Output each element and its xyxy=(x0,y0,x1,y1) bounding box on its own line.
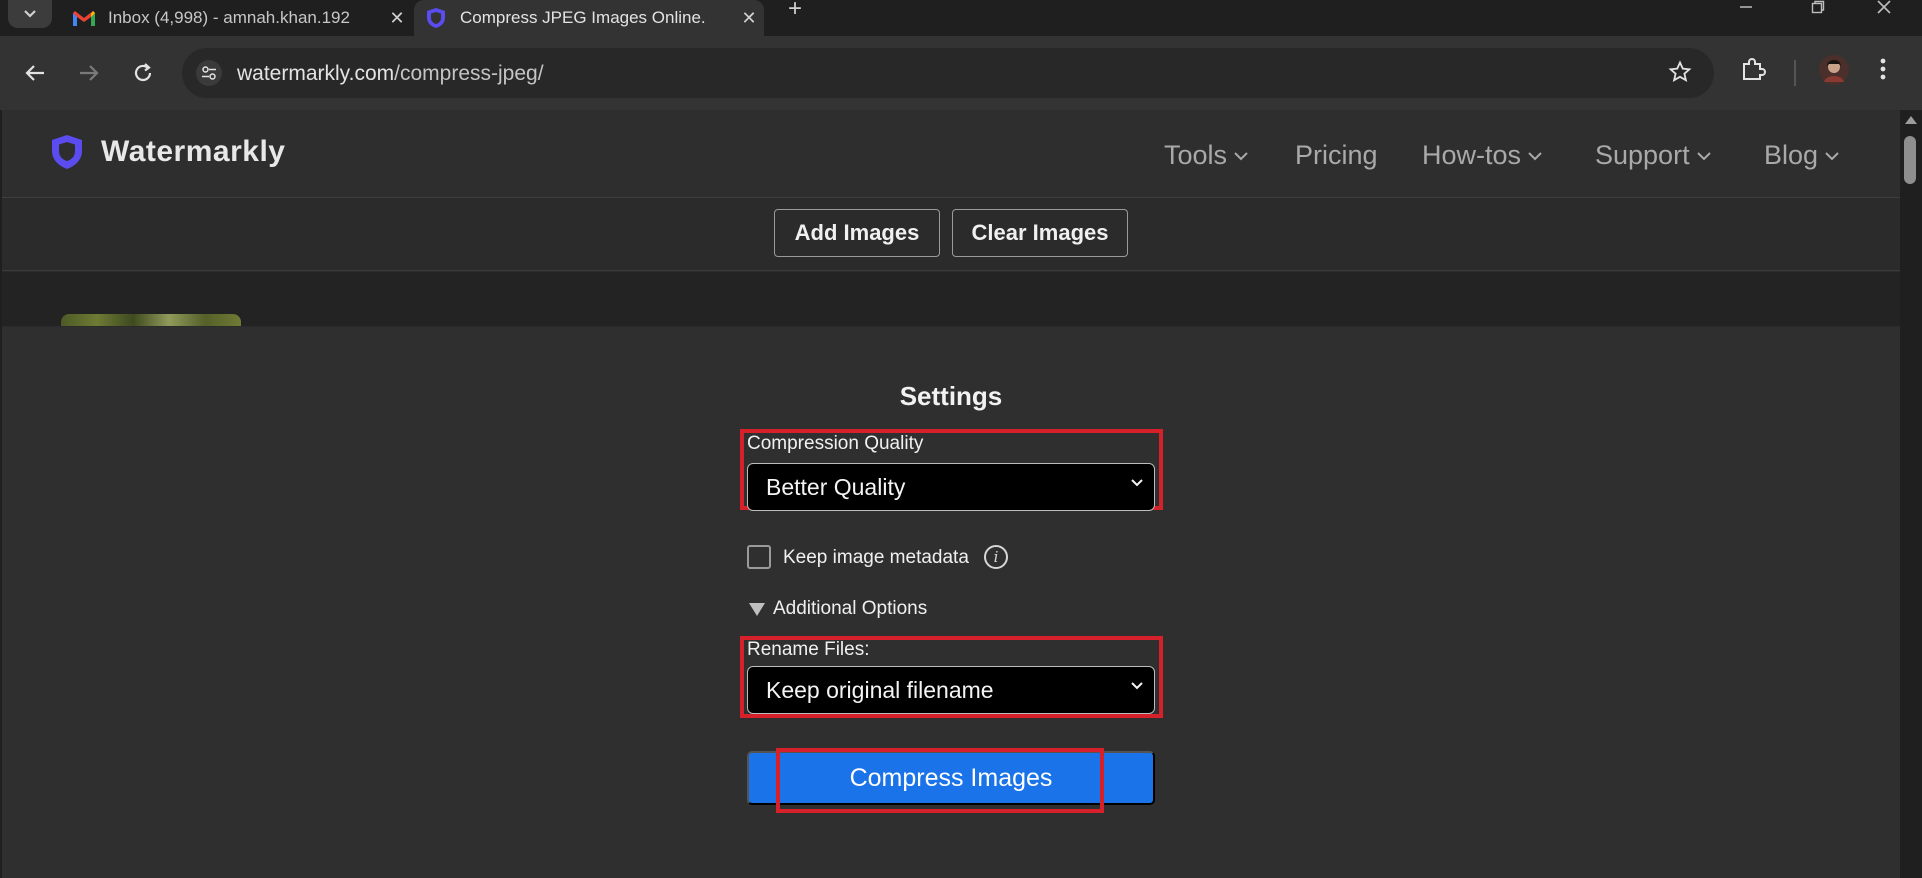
profile-avatar[interactable] xyxy=(1818,54,1850,91)
reload-button[interactable] xyxy=(126,56,160,90)
tab-gmail[interactable]: Inbox (4,998) - amnah.khan.192 ✕ xyxy=(62,0,412,36)
clear-images-button[interactable]: Clear Images xyxy=(952,209,1128,257)
image-thumbnail[interactable] xyxy=(61,314,241,326)
chevron-down-icon xyxy=(1825,151,1839,160)
tab-title: Compress JPEG Images Online. xyxy=(460,8,706,27)
chevron-down-icon xyxy=(1696,151,1711,160)
chevron-down-icon xyxy=(1131,682,1143,690)
select-value: Keep original filename xyxy=(766,676,994,703)
compression-quality-label: Compression Quality xyxy=(747,433,924,454)
gmail-icon xyxy=(72,8,96,28)
nav-support[interactable]: Support xyxy=(1595,140,1712,171)
nav-label: Support xyxy=(1595,140,1690,170)
scroll-up-arrow-icon[interactable] xyxy=(1905,116,1917,124)
site-logo[interactable]: Watermarkly xyxy=(51,134,285,170)
nav-label: Tools xyxy=(1164,140,1228,170)
image-action-bar: Add Images Clear Images xyxy=(2,199,1900,271)
toolbar-divider xyxy=(1794,60,1796,86)
bookmark-star-icon[interactable] xyxy=(1668,60,1692,89)
page-scrollbar[interactable] xyxy=(1900,110,1922,878)
tab-watermarkly[interactable]: Compress JPEG Images Online. ✕ xyxy=(414,0,764,36)
restore-button[interactable] xyxy=(1788,0,1848,22)
annotation-highlight-compress xyxy=(776,748,1104,813)
url-host: watermarkly.com xyxy=(237,62,395,85)
triangle-down-icon xyxy=(749,602,765,616)
keep-metadata-label[interactable]: Keep image metadata xyxy=(783,547,969,569)
extensions-icon[interactable] xyxy=(1740,56,1766,87)
browser-menu-icon[interactable] xyxy=(1878,56,1888,87)
window-close-button[interactable] xyxy=(1854,0,1914,22)
compression-quality-select[interactable]: Better Quality xyxy=(747,463,1155,511)
browser-toolbar: watermarkly.com/compress-jpeg/ xyxy=(0,36,1922,110)
reload-icon xyxy=(134,63,152,82)
info-icon[interactable]: i xyxy=(984,545,1008,569)
url-text[interactable]: watermarkly.com/compress-jpeg/ xyxy=(237,62,544,86)
brand-name: Watermarkly xyxy=(101,135,286,168)
restore-icon xyxy=(1811,0,1825,14)
settings-title: Settings xyxy=(899,381,1003,411)
address-bar[interactable]: watermarkly.com/compress-jpeg/ xyxy=(182,48,1714,98)
page-viewport: Watermarkly Tools Pricing How-tos Suppor… xyxy=(2,110,1900,878)
nav-blog[interactable]: Blog xyxy=(1764,140,1840,171)
watermarkly-shield-icon xyxy=(424,8,448,28)
arrow-left-icon xyxy=(25,65,44,81)
add-images-button[interactable]: Add Images xyxy=(774,209,940,257)
image-gallery xyxy=(2,272,1900,326)
back-button[interactable] xyxy=(18,56,52,90)
minimize-icon xyxy=(1740,6,1752,8)
chevron-down-icon xyxy=(1528,151,1542,160)
forward-button[interactable] xyxy=(72,56,106,90)
tab-title: Inbox (4,998) - amnah.khan.192 xyxy=(108,8,350,27)
rename-files-select[interactable]: Keep original filename xyxy=(747,666,1155,714)
browser-tab-strip: Inbox (4,998) - amnah.khan.192 ✕ Compres… xyxy=(0,0,1922,38)
keep-metadata-checkbox[interactable] xyxy=(747,545,771,569)
rename-files-label: Rename Files: xyxy=(747,639,870,660)
chevron-down-icon xyxy=(1234,151,1248,160)
minimize-button[interactable] xyxy=(1716,0,1776,22)
nav-label: How-tos xyxy=(1422,140,1522,170)
close-icon[interactable]: ✕ xyxy=(382,8,412,29)
url-path: /compress-jpeg/ xyxy=(394,62,544,85)
chevron-down-icon xyxy=(24,10,36,18)
new-tab-button[interactable]: + xyxy=(780,0,810,21)
nav-pricing[interactable]: Pricing xyxy=(1295,140,1378,171)
nav-label: Pricing xyxy=(1295,140,1378,170)
nav-howtos[interactable]: How-tos xyxy=(1422,140,1543,171)
chevron-down-icon xyxy=(1131,479,1143,487)
arrow-right-icon xyxy=(80,65,99,81)
tab-search-button[interactable] xyxy=(8,0,52,28)
scrollbar-thumb[interactable] xyxy=(1904,136,1916,184)
select-value: Better Quality xyxy=(766,473,906,500)
site-settings-icon[interactable] xyxy=(196,60,222,86)
nav-tools[interactable]: Tools xyxy=(1164,140,1249,171)
watermarkly-shield-icon xyxy=(52,135,82,169)
site-header: Watermarkly Tools Pricing How-tos Suppor… xyxy=(2,110,1900,198)
additional-options-toggle[interactable]: Additional Options xyxy=(749,598,927,620)
nav-label: Blog xyxy=(1764,140,1819,170)
close-icon xyxy=(1877,0,1891,14)
additional-options-label: Additional Options xyxy=(773,598,928,619)
settings-panel: Settings Compression Quality Better Qual… xyxy=(2,327,1900,878)
close-icon[interactable]: ✕ xyxy=(734,8,764,29)
